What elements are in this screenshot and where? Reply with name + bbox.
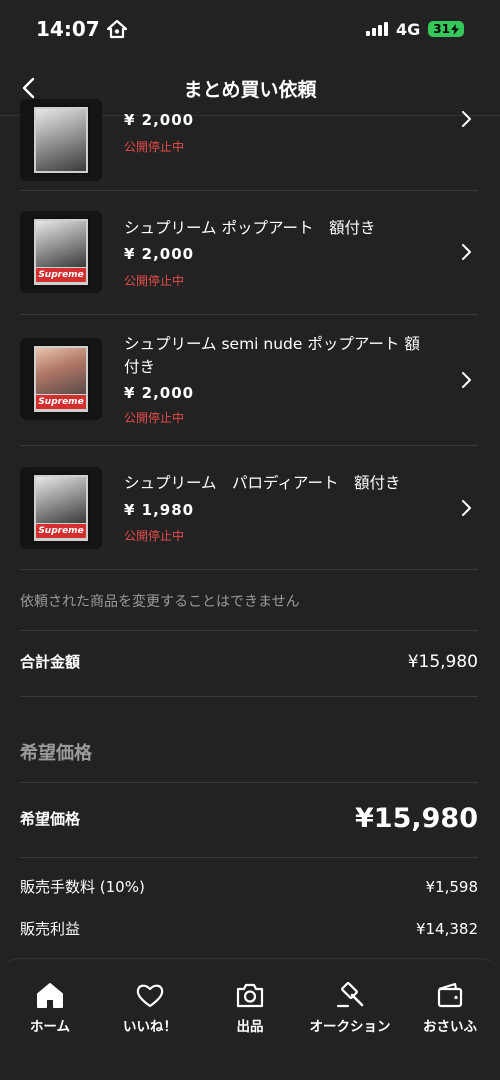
item-status: 公開停止中 xyxy=(124,140,185,154)
chevron-left-icon xyxy=(22,77,35,99)
total-label: 合計金額 xyxy=(20,653,81,671)
home-sharing-icon xyxy=(106,19,127,39)
total-row: 合計金額 ¥15,980 xyxy=(20,651,478,672)
page-title: まとめ買い依頼 xyxy=(183,79,317,101)
tab-label: おさいふ xyxy=(423,1019,477,1035)
item-status: 公開停止中 xyxy=(124,274,185,288)
tab-label: オークション xyxy=(309,1019,391,1035)
item-thumbnail xyxy=(20,99,102,181)
brand-box-logo: Supreme xyxy=(36,395,86,409)
tab-label: いいね！ xyxy=(123,1019,177,1035)
profit-row: 販売利益 ¥14,382 xyxy=(20,918,478,939)
status-time: 14:07 xyxy=(36,17,100,41)
tab-label: ホーム xyxy=(29,1019,71,1035)
item-price: ¥ 2,000 xyxy=(124,245,195,263)
item-title: シュプリーム semi nude ポップアート 額付き xyxy=(124,335,420,376)
desired-price-row[interactable]: 希望価格 ¥15,980 xyxy=(20,803,478,834)
tab-likes[interactable]: いいね！ xyxy=(102,981,198,1080)
tab-sell[interactable]: 出品 xyxy=(202,981,298,1080)
list-item[interactable]: Supreme シュプリーム semi nude ポップアート 額付き ¥ 2,… xyxy=(20,315,478,446)
chevron-right-icon xyxy=(462,244,471,260)
signal-icon xyxy=(366,22,389,36)
gavel-icon xyxy=(336,982,364,1008)
item-thumbnail: Supreme xyxy=(20,338,102,420)
total-value: ¥15,980 xyxy=(407,651,478,672)
tab-bar: ホーム いいね！ 出品 オークション おさいふ xyxy=(0,958,500,1080)
section-title: 希望価格 xyxy=(20,743,92,764)
item-price: ¥ 1,980 xyxy=(124,501,195,519)
chevron-right-icon xyxy=(462,500,471,516)
divider xyxy=(20,696,478,697)
status-right: 4G 31 xyxy=(366,20,464,39)
back-button[interactable] xyxy=(14,74,42,102)
notice-text: 依頼された商品を変更することはできません xyxy=(20,594,300,610)
item-title: シュプリーム ポップアート 額付き xyxy=(124,219,376,237)
brand-box-logo: Supreme xyxy=(36,524,86,538)
desired-price-label: 希望価格 xyxy=(20,810,81,828)
divider xyxy=(20,857,478,858)
home-icon xyxy=(37,983,63,1008)
profit-value: ¥14,382 xyxy=(415,919,478,938)
brand-box-logo: Supreme xyxy=(36,268,86,282)
status-left: 14:07 xyxy=(36,17,128,41)
battery-icon: 31 xyxy=(428,21,464,37)
tab-label: 出品 xyxy=(236,1019,264,1035)
item-price: ¥ 2,000 xyxy=(124,111,195,129)
desired-price-value: ¥15,980 xyxy=(355,803,478,834)
list-item[interactable]: Supreme シュプリーム ポップアート 額付き ¥ 2,000 公開停止中 xyxy=(20,191,478,315)
profit-label: 販売利益 xyxy=(20,920,81,938)
divider xyxy=(20,782,478,783)
item-title: シュプリーム パロディアート 額付き xyxy=(124,474,401,492)
list-item[interactable]: Supreme シュプリーム パロディアート 額付き ¥ 1,980 公開停止中 xyxy=(20,446,478,570)
tab-wallet[interactable]: おさいふ xyxy=(402,981,498,1080)
charging-bolt-icon xyxy=(451,23,459,35)
item-status: 公開停止中 xyxy=(124,411,185,425)
item-thumbnail: Supreme xyxy=(20,467,102,549)
list-item[interactable]: ¥ 2,000 公開停止中 xyxy=(20,99,478,191)
fee-label: 販売手数料 (10%) xyxy=(20,878,145,896)
item-status: 公開停止中 xyxy=(124,529,185,543)
chevron-right-icon xyxy=(462,372,471,388)
battery-level: 31 xyxy=(433,22,450,36)
fee-row: 販売手数料 (10%) ¥1,598 xyxy=(20,876,478,897)
heart-icon xyxy=(136,984,164,1008)
item-thumbnail: Supreme xyxy=(20,211,102,293)
fee-value: ¥1,598 xyxy=(425,877,479,896)
tab-auction[interactable]: オークション xyxy=(302,981,398,1080)
wallet-icon xyxy=(437,982,463,1008)
status-bar: 14:07 4G 31 xyxy=(0,0,500,62)
divider xyxy=(20,630,478,631)
network-type: 4G xyxy=(396,19,421,39)
tab-home[interactable]: ホーム xyxy=(2,981,98,1080)
item-price: ¥ 2,000 xyxy=(124,384,195,402)
chevron-right-icon xyxy=(462,111,471,127)
camera-icon xyxy=(236,983,264,1008)
